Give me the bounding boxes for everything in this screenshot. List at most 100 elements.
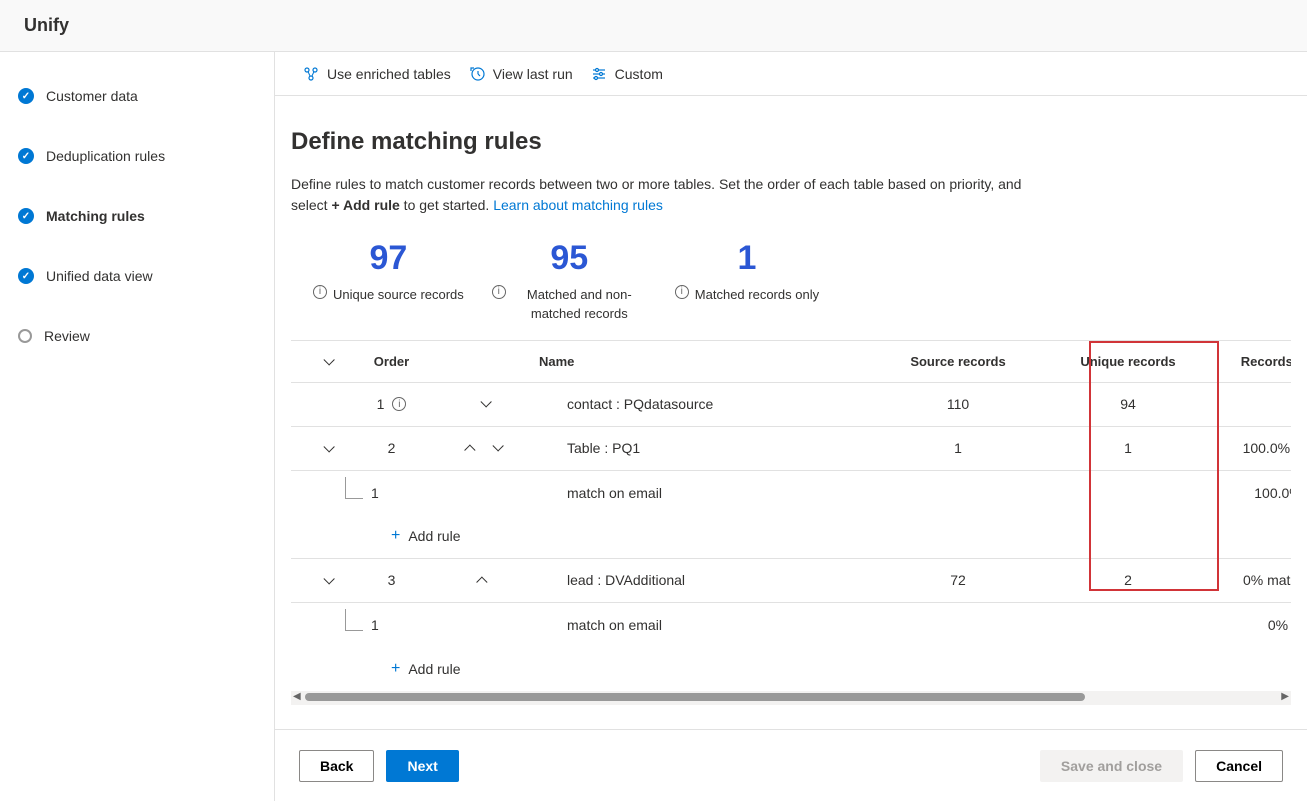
th-unique-records[interactable]: Unique records: [1043, 354, 1213, 369]
unique-records-value: 1: [1043, 440, 1213, 456]
stat-matched-nonmatched: 95 i Matched and non-matched records: [492, 238, 647, 324]
tree-line-icon: [345, 477, 363, 499]
step-pending-icon: [18, 329, 32, 343]
sub-rule-row: 1 match on email 100.0%: [291, 471, 1291, 515]
table-row: 1 i contact : PQdatasource 110 94: [291, 383, 1291, 427]
sub-rule-row: 1 match on email 0%: [291, 603, 1291, 647]
add-rule-button[interactable]: + Add rule: [391, 527, 461, 545]
toolbar-label: Use enriched tables: [327, 66, 451, 82]
view-last-run-button[interactable]: View last run: [469, 66, 573, 82]
back-button[interactable]: Back: [299, 750, 374, 782]
step-label: Customer data: [46, 88, 138, 104]
step-done-icon: [18, 148, 34, 164]
source-records-value: 72: [873, 572, 1043, 588]
use-enriched-tables-button[interactable]: Use enriched tables: [303, 66, 451, 82]
chevron-up-icon[interactable]: [476, 577, 487, 588]
matching-rules-table: Order Name Source records Unique records…: [291, 341, 1291, 691]
toolbar: Use enriched tables View last run Custom: [275, 52, 1307, 96]
chevron-down-icon[interactable]: [480, 397, 491, 408]
stat-label: Matched records only: [695, 285, 819, 305]
main-layout: Customer data Deduplication rules Matchi…: [0, 52, 1307, 801]
table-row: 2 Table : PQ1 1 1 100.0% ma: [291, 427, 1291, 471]
sub-matched-value: 0%: [1213, 617, 1291, 633]
step-done-icon: [18, 208, 34, 224]
step-unified-data[interactable]: Unified data view: [18, 262, 274, 290]
source-records-value: 110: [873, 396, 1043, 412]
step-review[interactable]: Review: [18, 322, 274, 350]
sub-rule-name: match on email: [539, 617, 873, 633]
app-title: Unify: [24, 15, 69, 36]
th-records-matched[interactable]: Records ma: [1213, 354, 1291, 369]
stat-value: 95: [550, 238, 588, 279]
chevron-down-icon[interactable]: [492, 441, 503, 452]
scroll-right-icon[interactable]: ▶: [1279, 691, 1291, 702]
history-icon: [469, 66, 485, 82]
row-name: Table : PQ1: [539, 440, 873, 456]
order-number: 1: [377, 396, 385, 412]
next-button[interactable]: Next: [386, 750, 458, 782]
info-icon[interactable]: i: [675, 285, 689, 299]
info-icon[interactable]: i: [313, 285, 327, 299]
th-order[interactable]: Order: [354, 354, 429, 369]
step-deduplication[interactable]: Deduplication rules: [18, 142, 274, 170]
step-label: Deduplication rules: [46, 148, 165, 164]
step-list: Customer data Deduplication rules Matchi…: [18, 82, 274, 350]
row-name: contact : PQdatasource: [539, 396, 873, 412]
stat-label: Unique source records: [333, 285, 464, 305]
info-icon[interactable]: i: [492, 285, 506, 299]
add-rule-row: + Add rule: [291, 647, 1291, 691]
add-rule-row: + Add rule: [291, 515, 1291, 559]
step-customer-data[interactable]: Customer data: [18, 82, 274, 110]
horizontal-scrollbar[interactable]: ◀ ▶: [291, 691, 1291, 705]
stats-row: 97 i Unique source records 95 i Matched …: [291, 238, 1291, 324]
learn-matching-rules-link[interactable]: Learn about matching rules: [493, 197, 663, 213]
desc-text: to get started.: [400, 197, 493, 213]
sliders-icon: [591, 66, 607, 82]
step-matching-rules[interactable]: Matching rules: [18, 202, 274, 230]
chevron-down-icon[interactable]: [323, 442, 334, 453]
cancel-button[interactable]: Cancel: [1195, 750, 1283, 782]
table-row: 3 lead : DVAdditional 72 2 0% matche: [291, 559, 1291, 603]
stat-matched-only: 1 i Matched records only: [675, 238, 819, 324]
th-name[interactable]: Name: [539, 354, 873, 369]
table-header-row: Order Name Source records Unique records…: [291, 341, 1291, 383]
records-matched-value: 0% matche: [1213, 572, 1291, 588]
order-number: 3: [388, 572, 396, 588]
scroll-left-icon[interactable]: ◀: [291, 691, 303, 702]
stat-value: 1: [737, 238, 756, 279]
custom-button[interactable]: Custom: [591, 66, 663, 82]
source-records-value: 1: [873, 440, 1043, 456]
add-rule-button[interactable]: + Add rule: [391, 660, 461, 678]
step-label: Review: [44, 328, 90, 344]
sub-rule-name: match on email: [539, 485, 873, 501]
records-matched-value: 100.0% ma: [1213, 440, 1291, 456]
plus-icon: +: [391, 527, 400, 545]
tree-line-icon: [345, 609, 363, 631]
page-title: Define matching rules: [291, 128, 1291, 156]
sub-order: 1: [371, 485, 379, 501]
stat-label: Matched and non-matched records: [512, 285, 647, 324]
step-done-icon: [18, 88, 34, 104]
table-container: Order Name Source records Unique records…: [291, 340, 1291, 729]
add-rule-label: Add rule: [408, 528, 460, 544]
info-icon[interactable]: i: [392, 397, 406, 411]
sub-order: 1: [371, 617, 379, 633]
chevron-up-icon[interactable]: [464, 445, 475, 456]
footer-bar: Back Next Save and close Cancel: [275, 729, 1307, 801]
sidebar: Customer data Deduplication rules Matchi…: [0, 52, 275, 801]
page-body: Define matching rules Define rules to ma…: [275, 96, 1307, 729]
toolbar-label: Custom: [615, 66, 663, 82]
content-area: Use enriched tables View last run Custom…: [275, 52, 1307, 801]
stat-unique-source: 97 i Unique source records: [313, 238, 464, 324]
th-source-records[interactable]: Source records: [873, 354, 1043, 369]
enriched-tables-icon: [303, 66, 319, 82]
scrollbar-thumb[interactable]: [305, 693, 1085, 701]
header-bar: Unify: [0, 0, 1307, 52]
row-name: lead : DVAdditional: [539, 572, 873, 588]
chevron-down-icon[interactable]: [323, 354, 334, 365]
chevron-down-icon[interactable]: [323, 574, 334, 585]
save-and-close-button: Save and close: [1040, 750, 1183, 782]
order-number: 2: [388, 440, 396, 456]
unique-records-value: 94: [1043, 396, 1213, 412]
toolbar-label: View last run: [493, 66, 573, 82]
